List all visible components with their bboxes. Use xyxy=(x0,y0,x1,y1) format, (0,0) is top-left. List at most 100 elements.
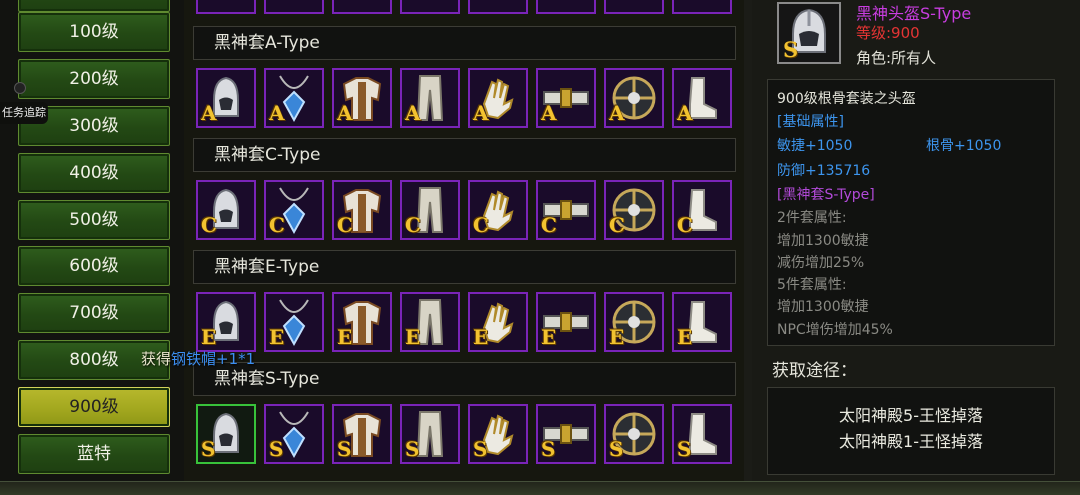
set-item-slot[interactable]: C xyxy=(332,180,392,240)
set-item-slot[interactable]: C xyxy=(604,180,664,240)
grade-letter: C xyxy=(541,213,557,237)
source-box: 太阳神殿5-王怪掉落 太阳神殿1-王怪掉落 xyxy=(767,387,1055,475)
level-tab-400[interactable]: 400级 xyxy=(18,153,170,193)
grade-letter: E xyxy=(677,325,693,349)
set-item-slot[interactable]: S xyxy=(604,404,664,464)
set-item-slot[interactable]: A xyxy=(264,68,324,128)
defense-stat: 防御+135716 xyxy=(777,163,871,179)
window-frame-bottom xyxy=(0,481,1080,495)
grade-letter: E xyxy=(269,325,285,349)
grade-letter: A xyxy=(609,101,625,125)
grade-letter: E xyxy=(201,325,217,349)
set-item-slot[interactable]: C xyxy=(196,180,256,240)
grade-letter: C xyxy=(405,213,421,237)
set-item-slot[interactable]: E xyxy=(332,292,392,352)
grade-letter: S xyxy=(269,437,284,461)
item-gained-notice: 获得钢铁帽+1*1 xyxy=(141,348,255,369)
source-item: 太阳神殿5-王怪掉落 xyxy=(839,406,983,425)
grade-letter: A xyxy=(473,101,489,125)
grade-letter: A xyxy=(337,101,353,125)
level-tab-200[interactable]: 200级 xyxy=(18,59,170,99)
set-item-slot[interactable]: S xyxy=(196,404,256,464)
set-item-slot[interactable]: S xyxy=(536,404,596,464)
set-item-slot[interactable]: A xyxy=(196,68,256,128)
set5-title: 5件套属性: xyxy=(777,277,847,293)
set-item-slot[interactable]: C xyxy=(536,180,596,240)
set-slot-partial[interactable] xyxy=(264,0,324,14)
set-list-panel: 黑神套A-Type A A A A A A A A 黑神套C-Type C C C C C C C C 黑神套E-T… xyxy=(184,0,744,494)
item-title: 900级根骨套装之头盔 xyxy=(777,91,916,107)
set-attr-header: [黑神套S-Type] xyxy=(777,187,875,203)
set-item-slot[interactable]: A xyxy=(604,68,664,128)
set2-bonus-a: 增加1300敏捷 xyxy=(777,233,869,249)
set-item-slot[interactable]: A xyxy=(332,68,392,128)
set-item-slot[interactable]: E xyxy=(672,292,732,352)
set-item-slot[interactable]: S xyxy=(400,404,460,464)
set-item-slot[interactable]: S xyxy=(332,404,392,464)
set-header: 黑神套E-Type xyxy=(193,250,736,284)
set-header: 黑神套C-Type xyxy=(193,138,736,172)
grade-letter: C xyxy=(677,213,693,237)
grade-letter: S xyxy=(541,437,556,461)
source-title: 获取途径： xyxy=(772,361,857,381)
set-item-slot[interactable]: C xyxy=(400,180,460,240)
grade-letter: E xyxy=(609,325,625,349)
base-attr-header: [基础属性] xyxy=(777,114,844,130)
grade-letter: S xyxy=(609,437,624,461)
set-slot-partial[interactable] xyxy=(196,0,256,14)
item-level: 等级:900 xyxy=(856,24,920,42)
agility-stat: 敏捷+1050 xyxy=(777,138,853,154)
set-item-slot[interactable]: C xyxy=(468,180,528,240)
item-detail-panel: S 黑神头盔S-Type 等级:900 角色:所有人 900级根骨套装之头盔 [… xyxy=(752,0,1080,494)
set-item-slot[interactable]: E xyxy=(400,292,460,352)
set-item-slot[interactable]: E xyxy=(468,292,528,352)
level-tab-700[interactable]: 700级 xyxy=(18,293,170,333)
set-slot-partial[interactable] xyxy=(536,0,596,14)
level-tab-900[interactable]: 900级 xyxy=(18,387,170,427)
set-item-slot[interactable]: S xyxy=(468,404,528,464)
source-item: 太阳神殿1-王怪掉落 xyxy=(839,432,983,451)
set-item-slot[interactable]: C xyxy=(264,180,324,240)
quest-toggle-icon[interactable] xyxy=(14,82,26,94)
set-item-slot[interactable]: A xyxy=(536,68,596,128)
gained-item-name: 钢铁帽+1*1 xyxy=(171,350,256,368)
set-item-slot[interactable]: A xyxy=(400,68,460,128)
quest-tracker-tab[interactable]: 任务追踪 xyxy=(0,102,48,124)
set-item-slot[interactable]: E xyxy=(536,292,596,352)
grade-letter: C xyxy=(337,213,353,237)
grade-letter: A xyxy=(541,101,557,125)
set-item-slot[interactable]: A xyxy=(672,68,732,128)
level-tab-list: 100级 200级 300级 400级 500级 600级 700级 800级 … xyxy=(0,0,184,494)
level-tab-500[interactable]: 500级 xyxy=(18,200,170,240)
set-item-slot[interactable]: E xyxy=(604,292,664,352)
grade-letter: C xyxy=(609,213,625,237)
set-item-slot[interactable]: E xyxy=(196,292,256,352)
level-tab-600[interactable]: 600级 xyxy=(18,246,170,286)
set-slot-partial[interactable] xyxy=(604,0,664,14)
set-item-slot[interactable]: E xyxy=(264,292,324,352)
set2-title: 2件套属性: xyxy=(777,210,847,226)
set5-bonus-a: 增加1300敏捷 xyxy=(777,299,869,315)
set-item-slot[interactable]: S xyxy=(264,404,324,464)
grade-letter: C xyxy=(201,213,217,237)
set-slot-partial[interactable] xyxy=(400,0,460,14)
set-slot-partial[interactable] xyxy=(332,0,392,14)
set-item-slot[interactable]: S xyxy=(672,404,732,464)
grade-letter: C xyxy=(269,213,285,237)
set-header: 黑神套A-Type xyxy=(193,26,736,60)
grade-letter: S xyxy=(405,437,420,461)
set-header: 黑神套S-Type xyxy=(193,362,736,396)
item-role: 角色:所有人 xyxy=(856,49,937,67)
grade-letter: E xyxy=(405,325,421,349)
level-tab-partial[interactable] xyxy=(18,0,170,12)
set-slot-partial[interactable] xyxy=(672,0,732,14)
set-slot-partial[interactable] xyxy=(468,0,528,14)
grade-letter: S xyxy=(783,37,799,62)
item-name: 黑神头盔S-Type xyxy=(856,4,972,23)
grade-letter: A xyxy=(269,101,285,125)
grade-letter: A xyxy=(201,101,217,125)
set-item-slot[interactable]: C xyxy=(672,180,732,240)
level-tab-100[interactable]: 100级 xyxy=(18,12,170,52)
set-item-slot[interactable]: A xyxy=(468,68,528,128)
level-tab-lante[interactable]: 蓝特 xyxy=(18,434,170,474)
